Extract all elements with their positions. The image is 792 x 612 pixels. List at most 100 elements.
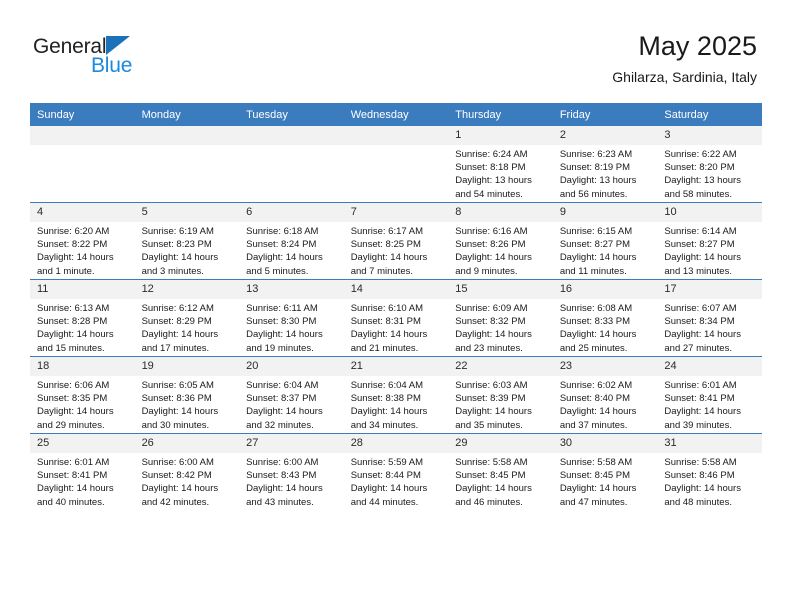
calendar-cell-day[interactable]: 10 Sunrise: 6:14 AM Sunset: 8:27 PM Dayligh… (657, 202, 762, 280)
day-number: 22 (448, 357, 553, 376)
day-number: 11 (30, 280, 135, 299)
calendar-cell-day[interactable]: 8 Sunrise: 6:16 AM Sunset: 8:26 PM Daylight… (448, 202, 553, 280)
calendar-week-row: 4 Sunrise: 6:20 AM Sunset: 8:22 PM Daylight… (30, 202, 762, 280)
sunset-text: Sunset: 8:22 PM (37, 239, 108, 251)
sunrise-text: Sunrise: 6:01 AM (664, 380, 737, 391)
calendar-cell-day[interactable]: 14 Sunrise: 6:10 AM Sunset: 8:31 PM Dayligh… (343, 279, 449, 357)
sun-details: Sunrise: 6:20 AM Sunset: 8:22 PM Daylight:… (30, 222, 135, 278)
sunrise-text: Sunrise: 6:16 AM (455, 226, 528, 237)
sunrise-text: Sunrise: 6:04 AM (246, 380, 319, 391)
weekday-header-monday: Monday (134, 103, 240, 126)
day-number: 20 (239, 357, 344, 376)
calendar-cell-day[interactable]: 7 Sunrise: 6:17 AM Sunset: 8:25 PM Daylight… (343, 202, 449, 280)
day-number: 8 (448, 203, 553, 222)
calendar-cell-day[interactable]: 22 Sunrise: 6:03 AM Sunset: 8:39 PM Dayligh… (448, 356, 553, 434)
calendar-cell-empty (343, 126, 449, 203)
daylight-text: Daylight: 14 hours and 34 minutes. (350, 406, 428, 431)
calendar-cell-day[interactable]: 29 Sunrise: 5:58 AM Sunset: 8:45 PM Dayligh… (448, 433, 553, 510)
calendar-cell-day[interactable]: 3 Sunrise: 6:22 AM Sunset: 8:20 PM Daylight… (657, 126, 762, 203)
calendar-cell-day[interactable]: 12 Sunrise: 6:12 AM Sunset: 8:29 PM Dayligh… (134, 279, 240, 357)
calendar-cell-day[interactable]: 11 Sunrise: 6:13 AM Sunset: 8:28 PM Dayligh… (30, 279, 135, 357)
calendar-page: General Blue May 2025 Ghilarza, Sardinia… (0, 0, 792, 612)
day-number: 4 (30, 203, 135, 222)
sunset-text: Sunset: 8:19 PM (559, 162, 631, 174)
sunset-text: Sunset: 8:25 PM (350, 239, 421, 251)
brand-logo[interactable]: General Blue (33, 36, 132, 76)
daylight-text: Daylight: 14 hours and 37 minutes. (559, 406, 637, 431)
daylight-text: Daylight: 14 hours and 47 minutes. (559, 483, 637, 508)
calendar-cell-empty (30, 126, 135, 203)
sunrise-text: Sunrise: 6:20 AM (37, 226, 110, 237)
calendar-cell-empty (134, 126, 240, 203)
day-number: 18 (30, 357, 135, 376)
calendar-cell-day[interactable]: 31 Sunrise: 5:58 AM Sunset: 8:46 PM Dayligh… (657, 433, 762, 510)
calendar-cell-day[interactable]: 9 Sunrise: 6:15 AM Sunset: 8:27 PM Daylight… (552, 202, 658, 280)
calendar-cell-day[interactable]: 28 Sunrise: 5:59 AM Sunset: 8:44 PM Dayligh… (343, 433, 449, 510)
calendar-week-row: 11 Sunrise: 6:13 AM Sunset: 8:28 PM Dayligh… (30, 279, 762, 357)
daylight-text: Daylight: 14 hours and 9 minutes. (455, 252, 532, 277)
day-number: 5 (134, 203, 240, 222)
calendar-cell-day[interactable]: 13 Sunrise: 6:11 AM Sunset: 8:30 PM Dayligh… (239, 279, 344, 357)
sunset-text: Sunset: 8:38 PM (350, 393, 421, 405)
calendar-cell-day[interactable]: 25 Sunrise: 6:01 AM Sunset: 8:41 PM Dayligh… (30, 433, 135, 510)
calendar-cell-day[interactable]: 23 Sunrise: 6:02 AM Sunset: 8:40 PM Dayligh… (552, 356, 658, 434)
sunrise-text: Sunrise: 6:04 AM (350, 380, 424, 391)
calendar-cell-day[interactable]: 6 Sunrise: 6:18 AM Sunset: 8:24 PM Daylight… (239, 202, 344, 280)
calendar-cell-day[interactable]: 15 Sunrise: 6:09 AM Sunset: 8:32 PM Dayligh… (448, 279, 553, 357)
calendar-cell-day[interactable]: 17 Sunrise: 6:07 AM Sunset: 8:34 PM Dayligh… (657, 279, 762, 357)
sun-details: Sunrise: 5:58 AM Sunset: 8:45 PM Daylight:… (553, 453, 658, 509)
day-number: 2 (552, 126, 658, 145)
sunrise-text: Sunrise: 5:58 AM (455, 457, 528, 468)
sunset-text: Sunset: 8:24 PM (246, 239, 317, 251)
calendar-cell-day[interactable]: 20 Sunrise: 6:04 AM Sunset: 8:37 PM Dayligh… (239, 356, 344, 434)
day-number: 27 (239, 434, 344, 453)
calendar-cell-day[interactable]: 18 Sunrise: 6:06 AM Sunset: 8:35 PM Dayligh… (30, 356, 135, 434)
daylight-text: Daylight: 14 hours and 32 minutes. (246, 406, 323, 431)
calendar-cell-day[interactable]: 21 Sunrise: 6:04 AM Sunset: 8:38 PM Dayligh… (343, 356, 449, 434)
calendar-cell-day[interactable]: 2 Sunrise: 6:23 AM Sunset: 8:19 PM Daylight… (552, 126, 658, 203)
calendar-cell-day[interactable]: 1 Sunrise: 6:24 AM Sunset: 8:18 PM Daylight… (448, 126, 553, 203)
day-number: 30 (552, 434, 658, 453)
daylight-text: Daylight: 14 hours and 44 minutes. (350, 483, 428, 508)
daylight-text: Daylight: 14 hours and 17 minutes. (141, 329, 219, 354)
calendar-cell-day[interactable]: 27 Sunrise: 6:00 AM Sunset: 8:43 PM Dayligh… (239, 433, 344, 510)
calendar-cell-day[interactable]: 24 Sunrise: 6:01 AM Sunset: 8:41 PM Dayligh… (657, 356, 762, 434)
sun-details: Sunrise: 6:01 AM Sunset: 8:41 PM Daylight:… (30, 453, 135, 509)
sunrise-text: Sunrise: 6:10 AM (350, 303, 424, 314)
sunset-text: Sunset: 8:36 PM (141, 393, 212, 405)
calendar-cell-day[interactable]: 19 Sunrise: 6:05 AM Sunset: 8:36 PM Dayligh… (134, 356, 240, 434)
sun-details: Sunrise: 6:08 AM Sunset: 8:33 PM Daylight:… (553, 299, 658, 355)
calendar-cell-day[interactable]: 30 Sunrise: 5:58 AM Sunset: 8:45 PM Dayligh… (552, 433, 658, 510)
daylight-text: Daylight: 14 hours and 5 minutes. (246, 252, 323, 277)
sun-details: Sunrise: 6:01 AM Sunset: 8:41 PM Daylight:… (657, 376, 762, 432)
day-number: 17 (657, 280, 762, 299)
daylight-text: Daylight: 14 hours and 3 minutes. (141, 252, 219, 277)
day-number (134, 126, 240, 145)
calendar-cell-empty (239, 126, 344, 203)
sunset-text: Sunset: 8:42 PM (141, 470, 212, 482)
daylight-text: Daylight: 14 hours and 11 minutes. (559, 252, 637, 277)
sun-details: Sunrise: 6:14 AM Sunset: 8:27 PM Daylight:… (657, 222, 762, 278)
sun-details: Sunrise: 6:00 AM Sunset: 8:42 PM Daylight:… (135, 453, 240, 509)
daylight-text: Daylight: 14 hours and 23 minutes. (455, 329, 532, 354)
sunrise-text: Sunrise: 6:18 AM (246, 226, 319, 237)
weekday-header: Sunday Monday Tuesday Wednesday Thursday Frid… (30, 103, 762, 126)
sunrise-text: Sunrise: 5:58 AM (559, 457, 633, 468)
daylight-text: Daylight: 14 hours and 42 minutes. (141, 483, 219, 508)
calendar-cell-day[interactable]: 4 Sunrise: 6:20 AM Sunset: 8:22 PM Daylight… (30, 202, 135, 280)
sunset-text: Sunset: 8:45 PM (455, 470, 526, 482)
calendar-cell-day[interactable]: 5 Sunrise: 6:19 AM Sunset: 8:23 PM Daylight… (134, 202, 240, 280)
calendar-cell-day[interactable]: 26 Sunrise: 6:00 AM Sunset: 8:42 PM Dayligh… (134, 433, 240, 510)
day-number: 9 (552, 203, 658, 222)
day-number: 31 (657, 434, 762, 453)
sunset-text: Sunset: 8:35 PM (37, 393, 108, 405)
sun-details: Sunrise: 6:23 AM Sunset: 8:19 PM Daylight:… (553, 145, 658, 201)
sunrise-text: Sunrise: 6:00 AM (246, 457, 319, 468)
daylight-text: Daylight: 14 hours and 7 minutes. (350, 252, 428, 277)
daylight-text: Daylight: 14 hours and 27 minutes. (664, 329, 741, 354)
daylight-text: Daylight: 14 hours and 15 minutes. (37, 329, 114, 354)
calendar-cell-day[interactable]: 16 Sunrise: 6:08 AM Sunset: 8:33 PM Dayligh… (552, 279, 658, 357)
sun-details: Sunrise: 6:07 AM Sunset: 8:34 PM Daylight:… (657, 299, 762, 355)
sunrise-text: Sunrise: 6:15 AM (559, 226, 633, 237)
sun-details: Sunrise: 6:04 AM Sunset: 8:38 PM Daylight:… (344, 376, 449, 432)
